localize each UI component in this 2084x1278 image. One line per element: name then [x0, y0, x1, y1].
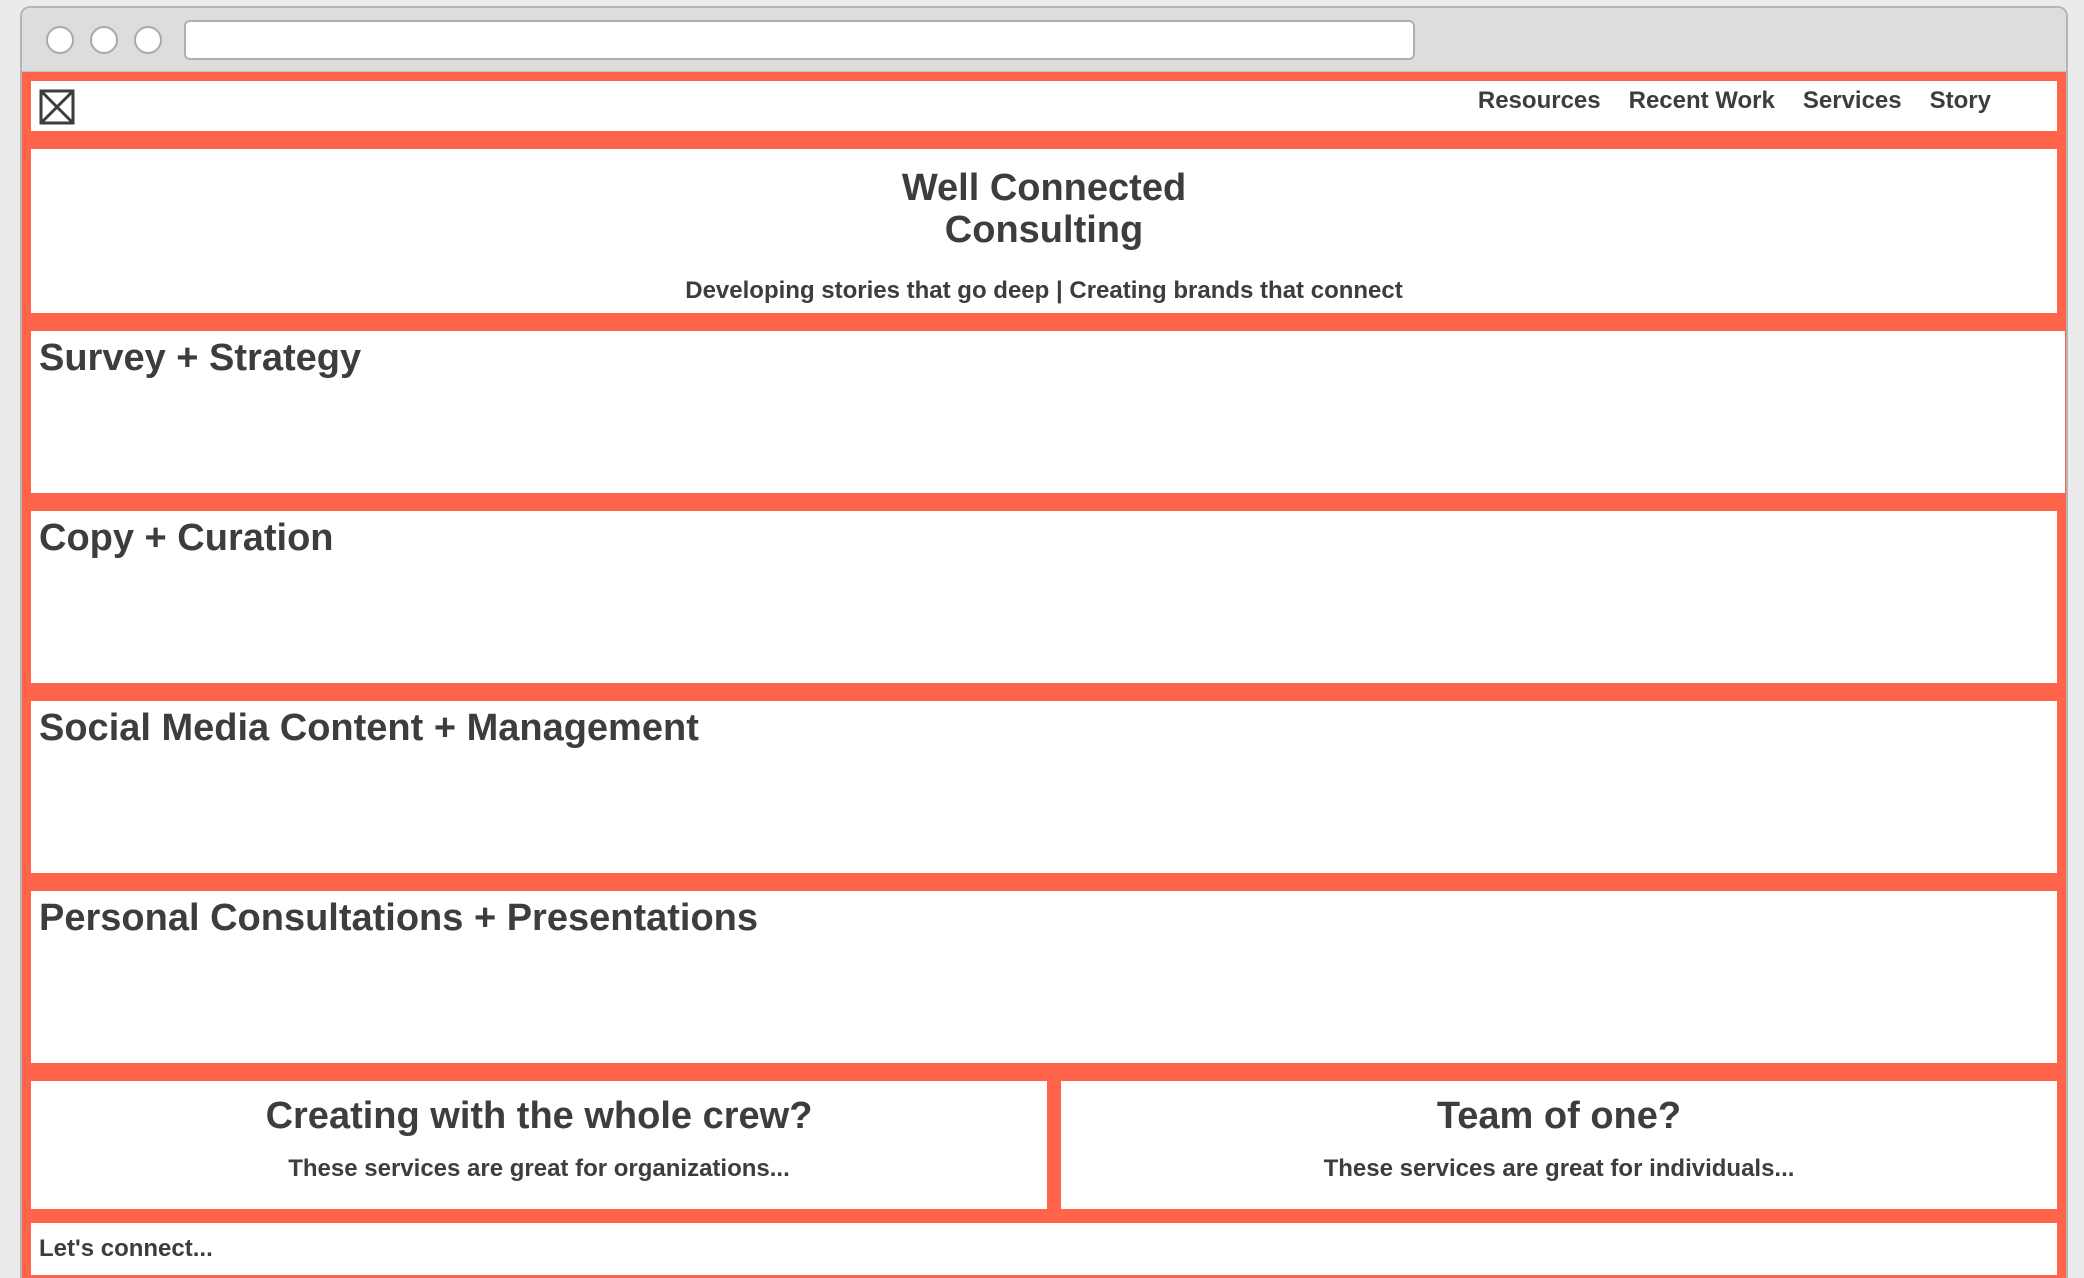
section-title: Social Media Content + Management [39, 707, 699, 749]
nav-link-services[interactable]: Services [1803, 87, 1902, 115]
audience-title: Team of one? [1436, 1095, 1682, 1137]
section-personal-consultations: Personal Consultations + Presentations [22, 882, 2066, 1072]
nav-link-resources[interactable]: Resources [1478, 87, 1601, 115]
hero-subtitle: Developing stories that go deep | Creati… [685, 277, 1403, 304]
audience-individuals[interactable]: Team of one? These services are great fo… [1052, 1072, 2066, 1218]
section-social-media: Social Media Content + Management [22, 692, 2066, 882]
section-title: Copy + Curation [39, 517, 334, 559]
nav-link-story[interactable]: Story [1930, 87, 1991, 115]
hero-title-line-2: Consulting [944, 209, 1144, 251]
window-minimize-button[interactable] [90, 26, 118, 54]
audience-title: Creating with the whole crew? [265, 1095, 813, 1137]
window-maximize-button[interactable] [134, 26, 162, 54]
browser-window: Resources Recent Work Services Story Wel… [20, 6, 2068, 1278]
footer: Let's connect... [22, 1214, 2066, 1278]
audience-text: These services are great for organizatio… [288, 1155, 790, 1182]
section-survey-strategy: Survey + Strategy [22, 322, 2066, 502]
section-copy-curation: Copy + Curation [22, 502, 2066, 692]
logo-placeholder-icon[interactable] [39, 89, 75, 125]
navigation-bar: Resources Recent Work Services Story [22, 72, 2066, 140]
window-close-button[interactable] [46, 26, 74, 54]
nav-link-recent-work[interactable]: Recent Work [1629, 87, 1775, 115]
section-title: Survey + Strategy [39, 337, 362, 379]
section-title: Personal Consultations + Presentations [39, 897, 759, 939]
hero-section: Well Connected Consulting Developing sto… [22, 140, 2066, 322]
nav-links: Resources Recent Work Services Story [1478, 87, 1991, 115]
audience-organizations[interactable]: Creating with the whole crew? These serv… [22, 1072, 1056, 1218]
audience-text: These services are great for individuals… [1323, 1155, 1795, 1182]
browser-chrome [22, 8, 2066, 72]
hero-title: Well Connected Consulting [31, 167, 2057, 251]
footer-text: Let's connect... [39, 1235, 213, 1262]
hero-title-line-1: Well Connected [901, 167, 1187, 209]
address-bar[interactable] [184, 20, 1415, 60]
